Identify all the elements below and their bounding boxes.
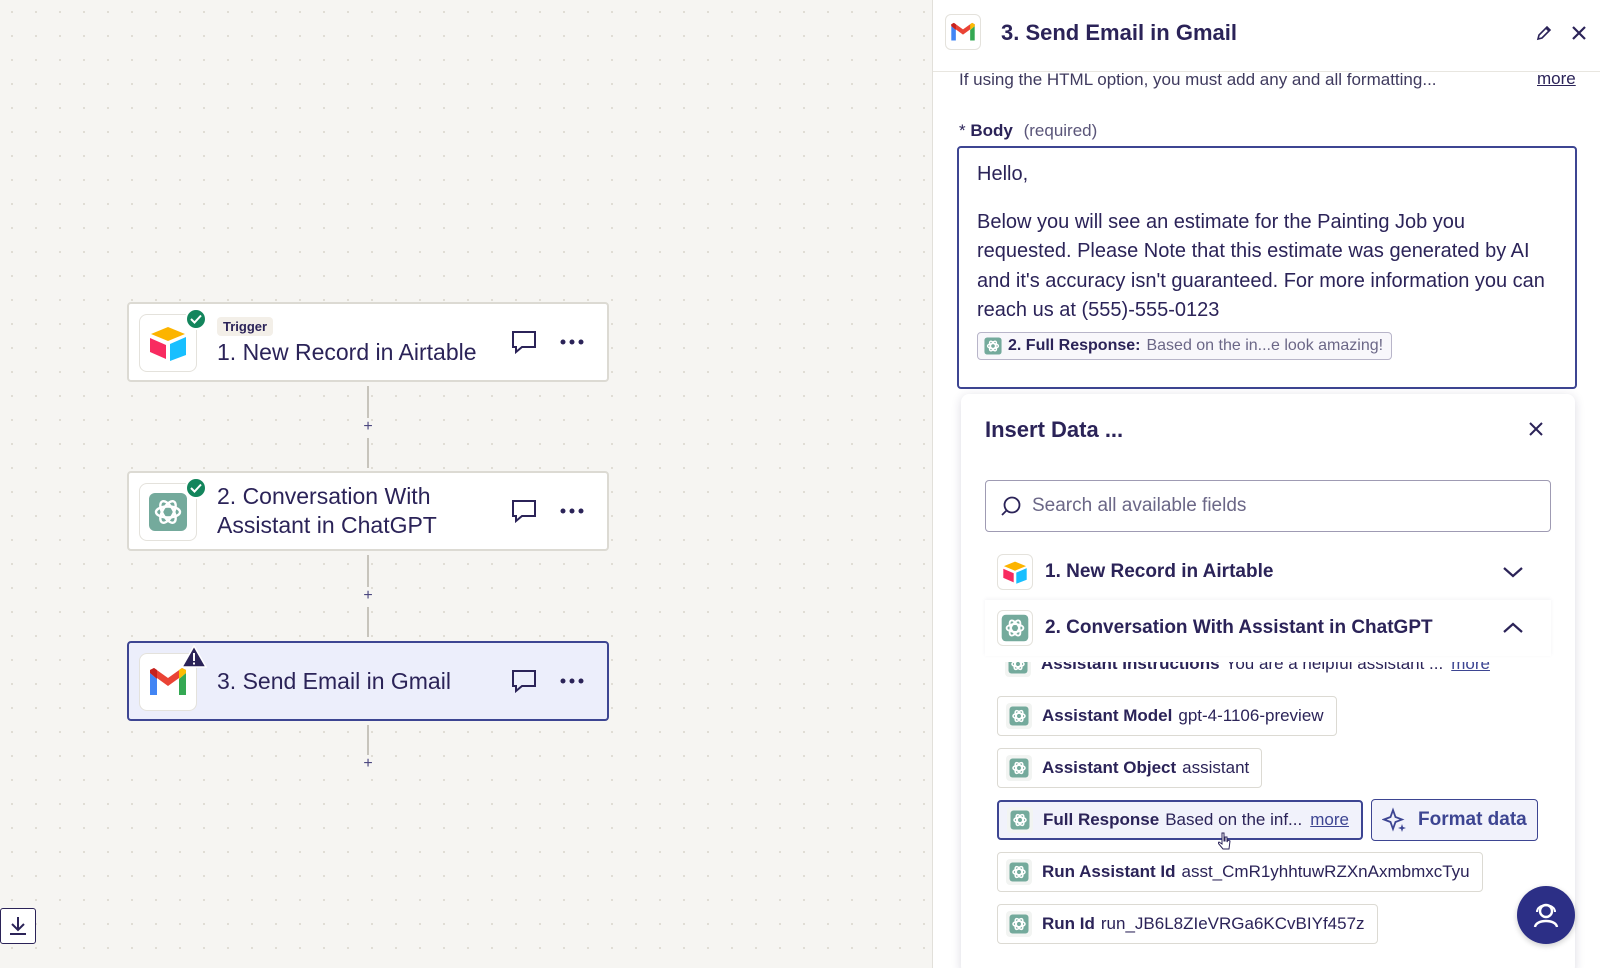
connector-line xyxy=(367,555,369,587)
chatgpt-icon xyxy=(1006,859,1032,885)
add-step-button[interactable]: + xyxy=(359,755,377,773)
more-options-icon[interactable] xyxy=(557,666,587,696)
step-title: 1. New Record in Airtable xyxy=(217,339,477,365)
chatgpt-icon xyxy=(1005,662,1031,677)
chevron-down-icon[interactable] xyxy=(1499,558,1527,586)
gmail-icon xyxy=(945,14,981,50)
body-paragraph: Below you will see an estimate for the P… xyxy=(977,210,1545,322)
group-chatgpt[interactable]: 2. Conversation With Assistant in ChatGP… xyxy=(985,600,1551,656)
download-icon xyxy=(10,917,26,935)
chatgpt-icon xyxy=(1006,911,1032,937)
pill-label: 2. Full Response: xyxy=(1008,336,1141,354)
more-link[interactable]: more xyxy=(1537,69,1576,89)
required-asterisk: * xyxy=(959,121,966,140)
add-step-button[interactable]: + xyxy=(359,418,377,436)
more-options-icon[interactable] xyxy=(557,327,587,357)
step-editor-panel: 3. Send Email in Gmail If using the HTML… xyxy=(932,0,1600,968)
connector-line xyxy=(367,725,369,755)
mapped-field-pill[interactable]: 2. Full Response: Based on the in...e lo… xyxy=(977,331,1393,360)
field-list[interactable]: Assistant Instructions You are a helpful… xyxy=(985,662,1551,968)
pill-value: Based on the in...e look amazing! xyxy=(1146,336,1384,354)
html-format-note: If using the HTML option, you must add a… xyxy=(959,70,1437,89)
search-input[interactable] xyxy=(1032,495,1532,517)
group-airtable[interactable]: 1. New Record in Airtable xyxy=(985,544,1551,600)
workflow-canvas[interactable]: Trigger 1. New Record in Airtable + 2. C… xyxy=(0,0,932,968)
more-link[interactable]: more xyxy=(1310,810,1349,830)
step-card-chatgpt[interactable]: 2. Conversation With Assistant in ChatGP… xyxy=(127,471,609,551)
warning-icon xyxy=(180,644,208,669)
search-box[interactable] xyxy=(985,480,1551,532)
success-check-icon xyxy=(185,477,207,499)
more-options-icon[interactable] xyxy=(557,496,587,526)
body-greeting: Hello, xyxy=(977,163,1029,185)
chevron-up-icon[interactable] xyxy=(1499,614,1527,642)
trigger-tag: Trigger xyxy=(217,317,274,336)
chatgpt-icon xyxy=(1007,807,1033,833)
close-panel-icon[interactable] xyxy=(1566,20,1592,46)
comment-icon[interactable] xyxy=(509,327,539,357)
body-field-label: * Body (required) xyxy=(959,121,1097,141)
airtable-icon xyxy=(997,554,1033,590)
field-item[interactable]: Run Assistant Id asst_CmR1yhhtuwRZXnAxmb… xyxy=(997,852,1483,892)
step-title-line1: 2. Conversation With xyxy=(217,483,431,509)
field-item[interactable]: Assistant Instructions You are a helpful… xyxy=(997,662,1502,684)
mouse-cursor-icon xyxy=(1218,832,1231,850)
chatgpt-icon xyxy=(984,336,1002,355)
connector-line xyxy=(367,386,369,418)
group-name: 2. Conversation With Assistant in ChatGP… xyxy=(1045,617,1433,638)
connector-line xyxy=(367,607,369,637)
download-button[interactable] xyxy=(0,908,36,944)
body-label-text: Body xyxy=(970,121,1013,140)
insert-data-popover: Insert Data ... 1. New Record in Airtabl… xyxy=(961,394,1575,968)
format-data-button[interactable]: Format data xyxy=(1371,799,1538,841)
body-textarea[interactable]: Hello, Below you will see an estimate fo… xyxy=(957,146,1577,389)
success-check-icon xyxy=(185,308,207,330)
search-icon xyxy=(1001,496,1021,516)
step-card-gmail[interactable]: 3. Send Email in Gmail xyxy=(127,641,609,721)
insert-data-title: Insert Data ... xyxy=(985,417,1124,442)
group-name: 1. New Record in Airtable xyxy=(1045,561,1274,582)
field-item[interactable]: Run Id run_JB6L8ZIeVRGa6KCvBIYf457z xyxy=(997,904,1378,944)
required-hint: (required) xyxy=(1023,121,1098,140)
step-title-line2: Assistant in ChatGPT xyxy=(217,512,437,538)
chatgpt-icon xyxy=(997,610,1033,646)
help-chat-button[interactable] xyxy=(1517,886,1575,944)
chatgpt-icon xyxy=(1006,755,1032,781)
field-item[interactable]: Assistant Model gpt-4-1106-preview xyxy=(997,696,1337,736)
add-step-button[interactable]: + xyxy=(359,587,377,605)
step-card-airtable[interactable]: Trigger 1. New Record in Airtable xyxy=(127,302,609,382)
comment-icon[interactable] xyxy=(509,666,539,696)
panel-title: 3. Send Email in Gmail xyxy=(1001,20,1237,45)
edit-pencil-icon[interactable] xyxy=(1531,20,1557,46)
close-icon[interactable] xyxy=(1523,416,1549,442)
sparkle-icon xyxy=(1382,807,1406,832)
support-agent-icon xyxy=(1533,903,1559,928)
connector-line xyxy=(367,438,369,468)
step-title: 3. Send Email in Gmail xyxy=(217,667,451,694)
field-item-selected[interactable]: Full Response Based on the inf... more xyxy=(997,800,1363,840)
comment-icon[interactable] xyxy=(509,496,539,526)
field-item[interactable]: Assistant Object assistant xyxy=(997,748,1263,788)
chatgpt-icon xyxy=(1006,703,1032,729)
panel-header: 3. Send Email in Gmail xyxy=(933,0,1600,72)
more-link[interactable]: more xyxy=(1451,662,1490,674)
